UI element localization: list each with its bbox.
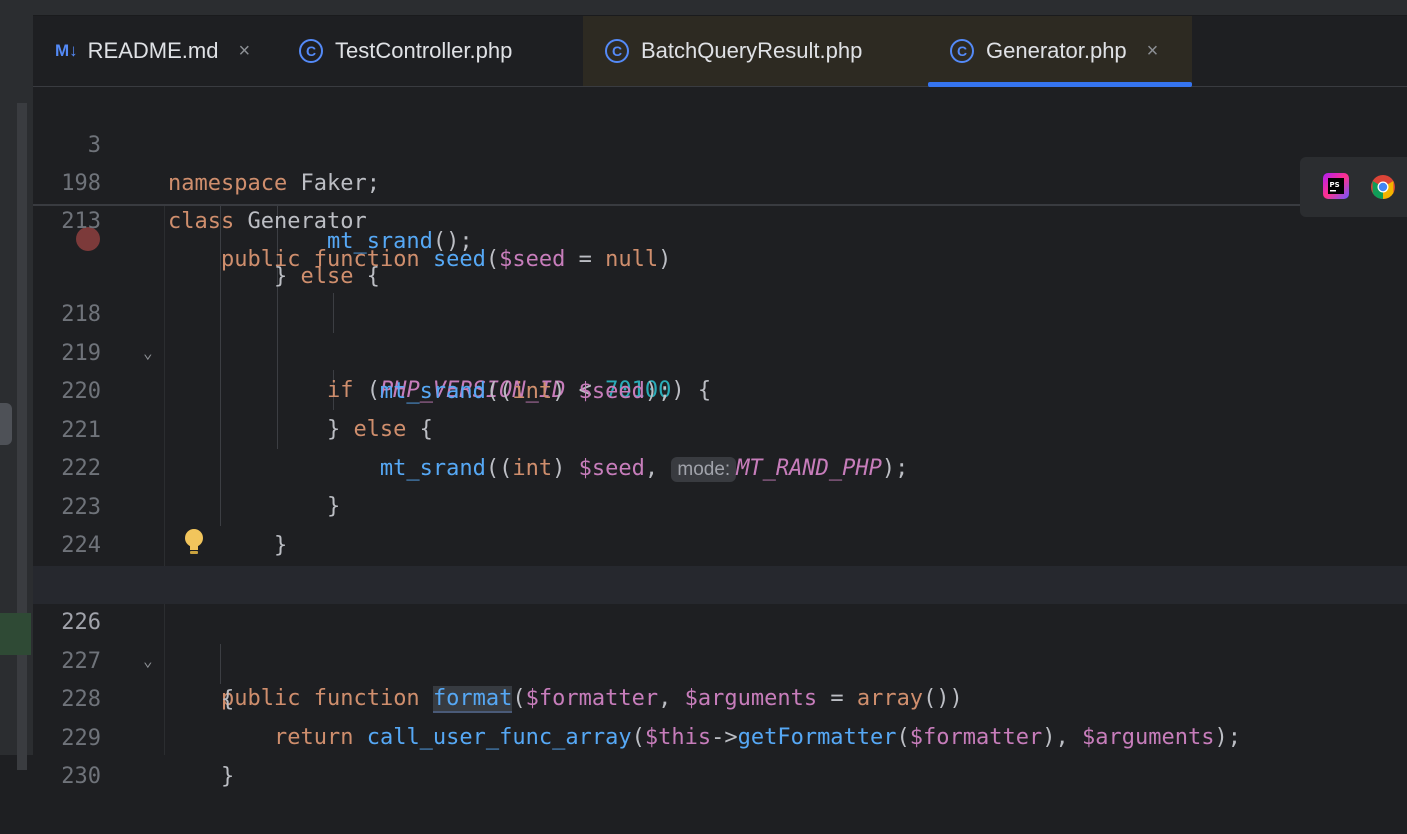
token-keyword: class — [168, 209, 235, 234]
left-scrollbar-track — [17, 103, 27, 770]
line-number: 230 — [61, 764, 101, 789]
code-line[interactable]: 224 } — [33, 489, 1407, 596]
lightbulb-icon[interactable] — [181, 527, 207, 557]
code-line[interactable]: 3 namespace Faker; — [33, 89, 1407, 196]
php-class-icon: C — [605, 39, 629, 63]
left-scrollbar-handle[interactable] — [0, 403, 12, 445]
left-change-marker — [0, 613, 31, 655]
phpstorm-icon[interactable]: PS — [1322, 171, 1350, 201]
tab-testcontroller[interactable]: C TestController.php — [299, 16, 512, 86]
token-text: Generator — [234, 209, 367, 234]
code-line[interactable]: 228 return call_user_func_array($this->g… — [33, 643, 1407, 750]
code-line[interactable]: 229 } — [33, 682, 1407, 789]
code-line[interactable]: 225 — [33, 528, 1407, 597]
sticky-scroll-header: 3 namespace Faker; 198 class Generator 2… — [33, 87, 1407, 272]
code-text: public function seed($seed = null) — [220, 247, 672, 272]
markdown-icon: M↓ — [55, 41, 78, 60]
code-line[interactable]: 227 { — [33, 605, 1407, 712]
token-variable: $seed — [499, 247, 566, 272]
tab-batchqueryresult[interactable]: C BatchQueryResult.php — [583, 16, 928, 86]
left-tool-gutter — [0, 15, 33, 770]
code-line[interactable]: 198 class Generator — [33, 127, 1407, 234]
editor-tab-bar: M↓ README.md × C TestController.php C Ba… — [33, 16, 1407, 87]
token-function: seed — [432, 247, 486, 272]
title-strip — [0, 0, 1407, 16]
tab-label: BatchQueryResult.php — [641, 38, 863, 63]
php-class-icon: C — [950, 39, 974, 63]
phpstorm-icon-text: PS — [1330, 181, 1340, 189]
close-icon[interactable]: × — [238, 40, 250, 63]
tab-generator[interactable]: C Generator.php × — [928, 16, 1192, 87]
code-text: class Generator — [168, 203, 367, 241]
code-text: } — [168, 764, 235, 789]
tab-readme[interactable]: M↓ README.md × — [55, 16, 250, 86]
code-line[interactable]: 222 } — [33, 412, 1407, 519]
line-number: 213 — [61, 209, 101, 234]
code-line[interactable]: 213 public function seed($seed = null) — [33, 165, 1407, 272]
code-line-current[interactable]: 226 ⌄ public function format($formatter,… — [33, 566, 1407, 713]
tab-label: TestController.php — [335, 38, 513, 63]
code-line[interactable]: 230 — [33, 720, 1407, 789]
tab-label: Generator.php — [986, 38, 1127, 63]
close-icon[interactable]: × — [1147, 40, 1159, 63]
chrome-icon[interactable] — [1370, 174, 1396, 200]
token-keyword: public — [220, 247, 301, 272]
token-keyword: null — [605, 247, 659, 272]
tab-label: README.md — [87, 38, 219, 63]
code-line[interactable]: 221 mt_srand((int) $seed, mode: MT_RAND_P… — [33, 374, 1407, 482]
php-class-icon: C — [299, 39, 323, 63]
code-editor[interactable]: 3 namespace Faker; 198 class Generator 2… — [33, 87, 1407, 789]
token-keyword: function — [313, 247, 420, 272]
code-line[interactable]: 223 } — [33, 451, 1407, 558]
browser-preview-toolbar: PS — [1300, 157, 1407, 217]
code-line[interactable]: 219 mt_srand((int) $seed); — [33, 297, 1407, 404]
code-line[interactable]: 220 } else { — [33, 335, 1407, 442]
